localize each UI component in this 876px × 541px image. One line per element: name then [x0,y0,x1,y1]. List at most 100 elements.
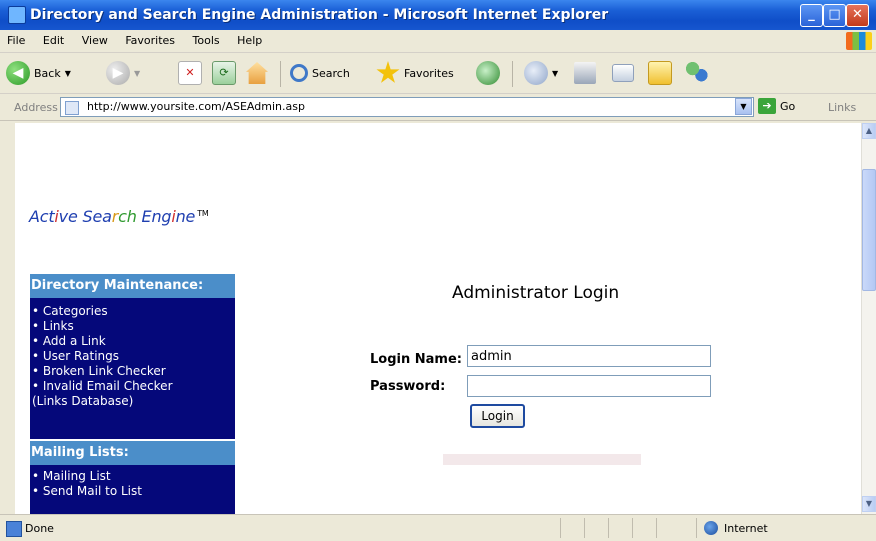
history-icon [476,61,500,85]
login-button[interactable]: Login [470,404,525,428]
address-dropdown-icon[interactable]: ▼ [735,98,752,115]
logo-part: Sea [82,207,112,226]
discuss-icon [648,61,672,85]
mail-dropdown-icon: ▼ [552,68,559,78]
status-separator [632,518,633,538]
browser-window: Directory and Search Engine Administrati… [0,0,876,541]
favorites-button[interactable]: Favorites [376,59,454,87]
logo-part: Act [29,207,55,226]
home-icon [246,62,268,84]
status-separator [696,518,697,538]
nav-link-user-ratings[interactable]: • User Ratings [30,349,235,364]
favorites-star-icon [376,61,400,83]
page-icon [65,101,79,115]
address-bar: Address http://www.yoursite.com/ASEAdmin… [0,94,876,121]
title-bar: Directory and Search Engine Administrati… [0,0,876,30]
window-title: Directory and Search Engine Administrati… [30,7,609,23]
toolbar: ◀ Back ▼ ▶ ▼ ✕ ⟳ Search Favorites ▼ [0,53,876,94]
logo-part: ch [118,207,142,226]
logo-part: ne [175,207,196,226]
minimize-button[interactable]: _ [800,4,823,27]
scroll-up-icon[interactable]: ▲ [862,123,876,139]
messenger-icon [686,62,708,84]
status-bar: Done Internet [0,514,876,541]
stop-button[interactable]: ✕ [178,59,202,87]
forward-button[interactable]: ▶ ▼ [106,59,140,87]
edit-button[interactable] [612,59,634,87]
scroll-down-icon[interactable]: ▼ [862,496,876,512]
nav-heading-mailing-lists: Mailing Lists: [30,441,235,465]
mail-button[interactable]: ▼ [524,59,558,87]
forward-dropdown-icon: ▼ [134,68,141,78]
back-button[interactable]: ◀ Back ▼ [6,59,71,87]
nav-directory-maintenance: • Categories • Links • Add a Link • User… [30,298,235,439]
mail-icon [524,61,548,85]
discuss-button[interactable] [648,59,672,87]
windows-logo-icon [846,32,872,50]
go-label: Go [780,99,796,113]
toolbar-separator [512,61,513,87]
vertical-scrollbar[interactable]: ▲ ▼ [861,123,876,514]
nav-link-invalid-email-checker-note[interactable]: (Links Database) [30,394,235,409]
password-label: Password: [370,379,446,394]
logo-part: Eng [141,207,172,226]
nav-link-categories[interactable]: • Categories [30,304,235,319]
scroll-thumb[interactable] [862,169,876,291]
status-separator [560,518,561,538]
search-button[interactable]: Search [290,59,350,87]
history-button[interactable] [476,59,500,87]
nav-link-add-a-link[interactable]: • Add a Link [30,334,235,349]
status-separator [608,518,609,538]
toolbar-separator [280,61,281,87]
login-name-label: Login Name: [370,352,462,367]
password-input[interactable] [467,375,711,397]
nav-link-mailing-list[interactable]: • Mailing List [30,469,235,484]
page-status-icon [6,521,22,537]
close-button[interactable]: ✕ [846,4,869,27]
menu-bar: File Edit View Favorites Tools Help [0,30,876,53]
messenger-button[interactable] [686,59,708,87]
back-arrow-icon: ◀ [6,61,30,85]
search-label: Search [312,66,350,80]
menu-file[interactable]: File [0,30,32,51]
links-button[interactable]: Links [828,101,856,114]
stop-icon: ✕ [178,61,202,85]
logo-part: ve [58,207,83,226]
address-label: Address [14,101,58,114]
menu-favorites[interactable]: Favorites [118,30,182,51]
status-message-bar [443,454,641,465]
print-icon [574,62,596,84]
status-separator [584,518,585,538]
nav-link-links[interactable]: • Links [30,319,235,334]
back-label: Back [34,66,61,80]
search-icon [290,64,308,82]
status-separator [656,518,657,538]
nav-link-invalid-email-checker[interactable]: • Invalid Email Checker [30,379,235,394]
menu-edit[interactable]: Edit [36,30,71,51]
address-url: http://www.yoursite.com/ASEAdmin.asp [87,100,305,113]
site-logo: Active Search Engine TM [29,207,209,226]
internet-zone-icon [704,521,718,535]
nav-heading-directory-maintenance: Directory Maintenance: [30,274,235,298]
edit-icon [612,64,634,82]
page-content: Active Search Engine TM Directory Mainten… [15,123,861,514]
home-button[interactable] [246,59,268,87]
menu-view[interactable]: View [75,30,115,51]
menu-tools[interactable]: Tools [186,30,227,51]
nav-mailing-lists: • Mailing List • Send Mail to List [30,465,235,514]
login-title: Administrator Login [452,283,620,303]
ie-logo-icon [8,6,26,24]
maximize-button[interactable]: □ [823,4,846,27]
address-input[interactable]: http://www.yoursite.com/ASEAdmin.asp [60,97,754,117]
security-zone-label: Internet [724,522,768,535]
nav-link-send-mail-to-list[interactable]: • Send Mail to List [30,484,235,499]
back-dropdown-icon: ▼ [64,68,71,78]
refresh-button[interactable]: ⟳ [212,59,236,87]
menu-help[interactable]: Help [230,30,269,51]
status-text: Done [25,522,54,535]
go-button[interactable]: ➔ Go [758,98,795,114]
go-arrow-icon: ➔ [758,98,776,114]
nav-link-broken-link-checker[interactable]: • Broken Link Checker [30,364,235,379]
print-button[interactable] [574,59,596,87]
login-name-input[interactable] [467,345,711,367]
